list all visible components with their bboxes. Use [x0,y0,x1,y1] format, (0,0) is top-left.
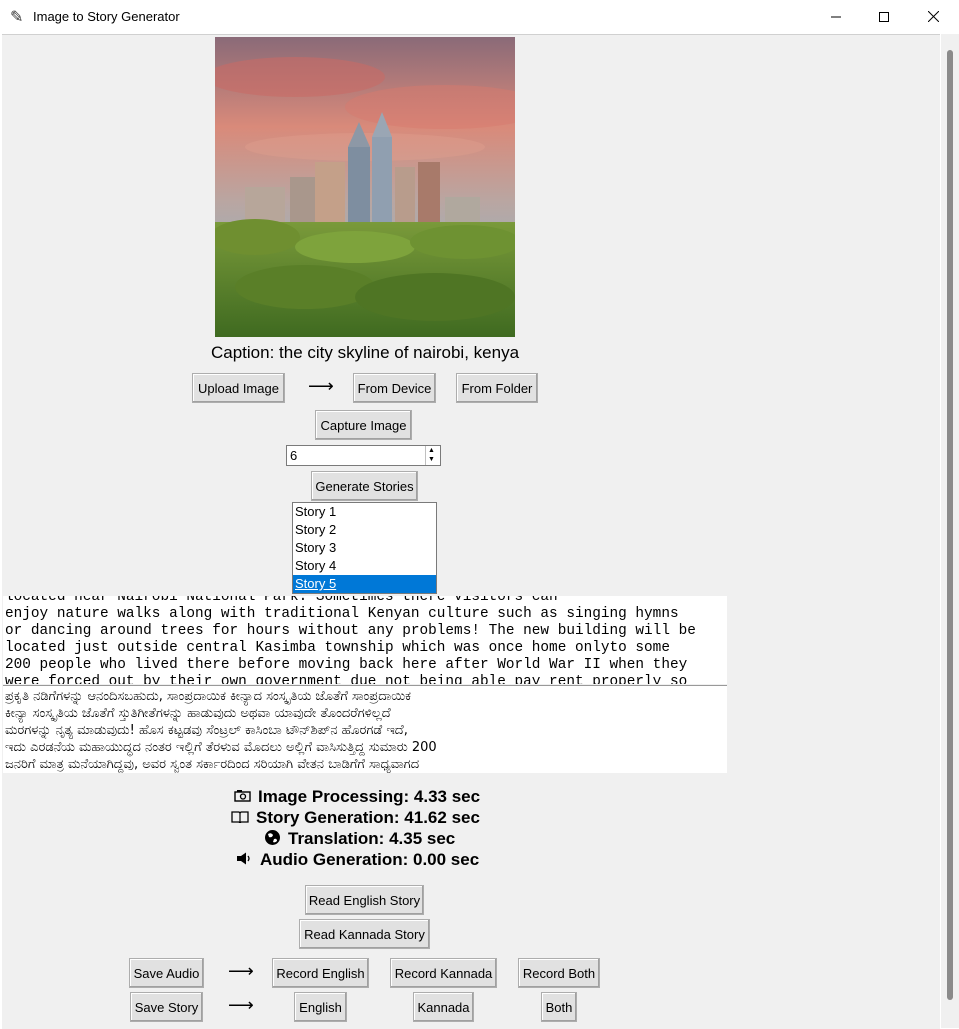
close-button[interactable] [910,0,956,33]
arrow-right-icon: ⟶ [228,961,254,981]
camera-icon [232,789,252,805]
english-story-text: located near Nairobi National Park. Some… [5,596,696,684]
story-listbox[interactable]: Story 1 Story 2 Story 3 Story 4 Story 5 [292,502,437,594]
minimize-icon [831,16,841,17]
kannada-story-text: ಪ್ರಕೃತಿ ನಡಿಗೆಗಳನ್ನು ಆನಂದಿಸಬಹುದು, ಸಾಂಪ್ರದ… [5,689,437,772]
translation-label: Translation: 4.35 sec [288,829,456,848]
story-list-item[interactable]: Story 1 [293,503,436,521]
generate-stories-button[interactable]: Generate Stories [311,471,418,501]
maximize-button[interactable] [861,0,907,33]
title-bar: ✎ Image to Story Generator [0,0,959,33]
spinbox-arrows[interactable]: ▲ ▼ [425,446,440,465]
speaker-icon [234,852,254,868]
record-kannada-button[interactable]: Record Kannada [390,958,497,988]
from-device-button[interactable]: From Device [353,373,436,403]
upload-image-button[interactable]: Upload Image [192,373,285,403]
feather-icon: ✎ [10,9,24,26]
globe-icon [262,829,282,849]
english-story-textbox[interactable]: located near Nairobi National Park. Some… [3,596,727,684]
maximize-icon [879,11,889,22]
uploaded-image [215,37,515,337]
save-story-button[interactable]: Save Story [130,992,203,1022]
story-list-item-selected[interactable]: Story 5 [293,575,436,593]
close-icon [927,11,939,22]
from-folder-button[interactable]: From Folder [456,373,538,403]
story-list-item[interactable]: Story 3 [293,539,436,557]
story-list-item[interactable]: Story 4 [293,557,436,575]
kannada-button[interactable]: Kannada [413,992,474,1022]
story-count-spinbox[interactable]: 6 ▲ ▼ [286,445,441,466]
image-caption: Caption: the city skyline of nairobi, ke… [210,343,520,362]
story-list-item[interactable]: Story 2 [293,521,436,539]
image-processing-stat: Image Processing: 4.33 sec [232,787,480,807]
read-english-story-button[interactable]: Read English Story [305,885,424,915]
audio-generation-stat: Audio Generation: 0.00 sec [234,850,479,870]
story-count-value: 6 [290,448,298,463]
record-both-button[interactable]: Record Both [518,958,600,988]
translation-stat: Translation: 4.35 sec [262,829,455,849]
minimize-button[interactable] [813,0,859,33]
read-kannada-story-button[interactable]: Read Kannada Story [299,919,430,949]
arrow-right-icon: ⟶ [308,376,334,396]
both-button[interactable]: Both [541,992,577,1022]
scrollbar-thumb[interactable] [947,50,953,1000]
save-audio-button[interactable]: Save Audio [129,958,204,988]
story-generation-stat: Story Generation: 41.62 sec [230,808,480,828]
book-icon [230,810,250,826]
story-generation-label: Story Generation: 41.62 sec [256,808,480,827]
capture-image-button[interactable]: Capture Image [315,410,412,440]
image-processing-label: Image Processing: 4.33 sec [258,787,481,806]
spin-up-icon[interactable]: ▲ [428,447,435,455]
audio-generation-label: Audio Generation: 0.00 sec [260,850,480,869]
arrow-right-icon: ⟶ [228,995,254,1015]
kannada-story-textbox[interactable]: ಪ್ರಕೃತಿ ನಡಿಗೆಗಳನ್ನು ಆನಂದಿಸಬಹುದು, ಸಾಂಪ್ರದ… [3,685,727,773]
spin-down-icon[interactable]: ▼ [428,456,435,464]
record-english-button[interactable]: Record English [272,958,369,988]
english-button[interactable]: English [294,992,347,1022]
window-title: Image to Story Generator [33,9,180,24]
